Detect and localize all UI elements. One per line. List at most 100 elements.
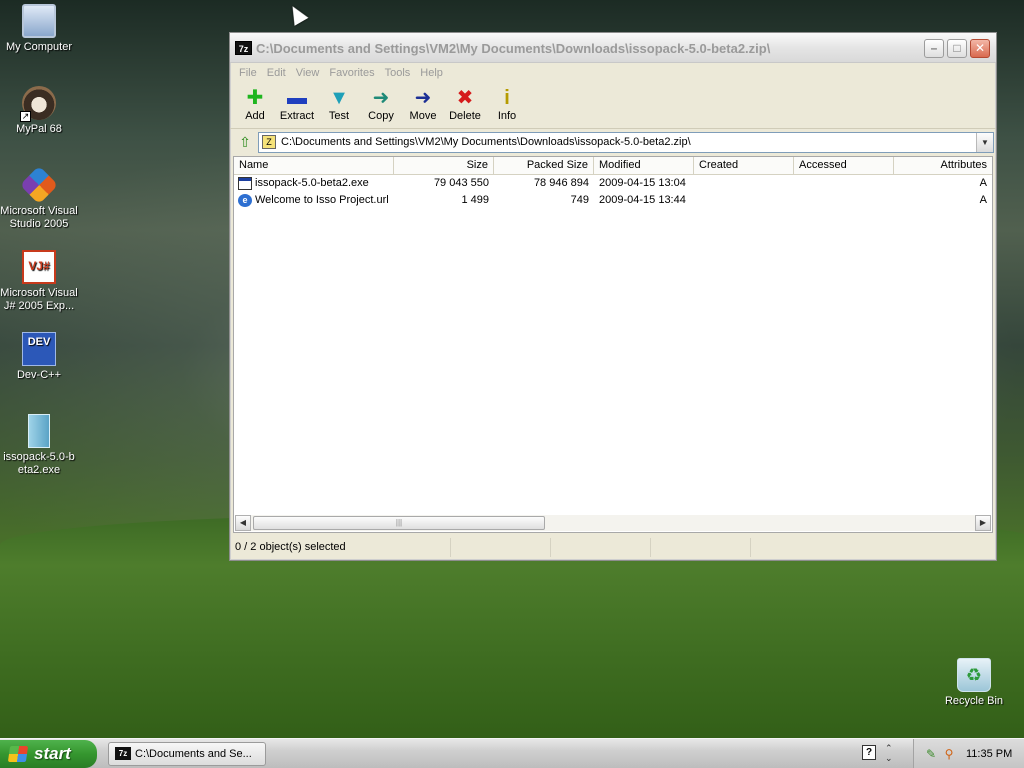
address-field[interactable]: Z C:\Documents and Settings\VM2\My Docum…	[258, 131, 994, 153]
mypal-icon: ↗	[20, 86, 56, 122]
file-modified: 2009-04-15 13:44	[599, 194, 686, 206]
move-button[interactable]: ➜ Move	[402, 83, 444, 128]
add-icon: ✚	[246, 87, 264, 109]
app-icon: 7z	[235, 41, 252, 55]
menu-tools[interactable]: Tools	[380, 67, 416, 79]
chevron-down-icon[interactable]: ▼	[976, 132, 993, 152]
add-button[interactable]: ✚ Add	[234, 83, 276, 128]
start-label: start	[34, 744, 71, 763]
info-label: Info	[497, 110, 517, 122]
desktop-icon-label: Recycle Bin	[944, 695, 1004, 707]
delete-button[interactable]: ✖ Delete	[444, 83, 486, 128]
delete-label: Delete	[449, 110, 481, 122]
column-packed-size[interactable]: Packed Size	[494, 157, 594, 174]
file-name: Welcome to Isso Project.url	[255, 194, 389, 206]
desktop-icon-visual-studio[interactable]: Microsoft Visual Studio 2005	[0, 165, 80, 231]
minimize-button[interactable]: –	[924, 39, 944, 58]
start-button[interactable]: start	[0, 740, 97, 768]
table-row[interactable]: issopack-5.0-beta2.exe 79 043 550 78 946…	[234, 175, 992, 192]
delete-icon: ✖	[456, 87, 474, 109]
scroll-thumb[interactable]: |||	[253, 516, 545, 530]
move-label: Move	[409, 110, 437, 122]
file-manager-window: 7z C:\Documents and Settings\VM2\My Docu…	[229, 32, 997, 561]
up-arrow-icon: ⇧	[239, 134, 251, 150]
copy-icon: ➜	[372, 87, 390, 109]
desktop-icon-visual-jsharp[interactable]: VJ# Microsoft Visual J# 2005 Exp...	[0, 250, 80, 313]
archive-icon: Z	[262, 135, 276, 149]
list-header: Name Size Packed Size Modified Created A…	[234, 157, 992, 175]
file-packed-size: 78 946 894	[533, 177, 589, 189]
file-created	[694, 192, 794, 209]
taskbar-window-label: C:\Documents and Se...	[135, 748, 252, 760]
column-name[interactable]: Name	[234, 157, 394, 174]
file-size: 1 499	[461, 194, 489, 206]
desktop-icon-issopack[interactable]: issopack-5.0-beta2.exe	[0, 414, 80, 477]
computer-icon	[22, 4, 56, 38]
copy-label: Copy	[368, 110, 394, 122]
double-chevron-icon[interactable]: ⌃ ⌄	[885, 743, 893, 763]
internet-shortcut-icon: e	[238, 194, 252, 207]
desktop-icon-recycle-bin[interactable]: ♻ Recycle Bin	[933, 658, 1015, 708]
search-icon[interactable]: ⚲	[942, 747, 956, 761]
copy-button[interactable]: ➜ Copy	[360, 83, 402, 128]
table-row[interactable]: e Welcome to Isso Project.url 1 499 749 …	[234, 192, 992, 209]
column-created[interactable]: Created	[694, 157, 794, 174]
recycle-bin-icon: ♻	[957, 658, 991, 692]
menu-view[interactable]: View	[291, 67, 325, 79]
address-bar: ⇧ Z C:\Documents and Settings\VM2\My Doc…	[230, 130, 996, 154]
move-icon: ➜	[414, 87, 432, 109]
desktop-icon-dev-cpp[interactable]: DEV Dev-C++	[0, 332, 80, 382]
column-modified[interactable]: Modified	[594, 157, 694, 174]
taskbar: start 7z C:\Documents and Se... ? ⌃ ⌄ ✎ ⚲…	[0, 738, 1024, 768]
shortcut-arrow-icon: ↗	[20, 111, 31, 122]
info-button[interactable]: i Info	[486, 83, 528, 128]
extract-icon: ▬	[287, 87, 307, 109]
desktop-icon-label: MyPal 68	[16, 123, 62, 135]
desktop-icon-label: Microsoft Visual J# 2005 Exp...	[0, 287, 78, 312]
visual-jsharp-icon: VJ#	[22, 250, 56, 284]
help-icon[interactable]: ?	[862, 745, 876, 760]
extract-button[interactable]: ▬ Extract	[276, 83, 318, 128]
file-attributes: A	[979, 177, 987, 189]
desktop-icon-mypal[interactable]: ↗ MyPal 68	[0, 86, 80, 136]
column-size[interactable]: Size	[394, 157, 494, 174]
menu-bar: File Edit View Favorites Tools Help	[230, 63, 996, 83]
taskbar-window-button[interactable]: 7z C:\Documents and Se...	[108, 742, 266, 766]
window-title: C:\Documents and Settings\VM2\My Documen…	[256, 41, 771, 56]
file-list: Name Size Packed Size Modified Created A…	[233, 156, 993, 533]
desktop-icon-my-computer[interactable]: My Computer	[0, 4, 80, 54]
network-icon[interactable]: ✎	[924, 747, 938, 761]
desktop-icon-label: Dev-C++	[16, 369, 62, 381]
column-attributes[interactable]: Attributes	[894, 157, 992, 174]
scroll-left-icon[interactable]: ◀	[235, 515, 251, 531]
add-label: Add	[245, 110, 265, 122]
toolbar: ✚ Add ▬ Extract ▼ Test ➜ Copy ➜ Move ✖ D…	[230, 83, 996, 129]
file-size: 79 043 550	[433, 177, 489, 189]
app-icon: 7z	[115, 747, 131, 760]
menu-favorites[interactable]: Favorites	[324, 67, 379, 79]
horizontal-scrollbar[interactable]: ◀ ||| ▶	[235, 515, 991, 531]
name-cell: issopack-5.0-beta2.exe	[234, 175, 394, 192]
file-packed-size: 749	[570, 194, 589, 206]
dev-cpp-icon: DEV	[22, 332, 56, 366]
maximize-button[interactable]: □	[947, 39, 967, 58]
status-cell	[651, 538, 751, 557]
column-accessed[interactable]: Accessed	[794, 157, 894, 174]
visual-studio-icon	[19, 165, 59, 205]
file-accessed	[794, 175, 894, 192]
menu-file[interactable]: File	[234, 67, 262, 79]
desktop-icon-label: Microsoft Visual Studio 2005	[0, 205, 78, 230]
desktop-icon-label: issopack-5.0-beta2.exe	[3, 451, 75, 476]
menu-edit[interactable]: Edit	[262, 67, 291, 79]
test-button[interactable]: ▼ Test	[318, 83, 360, 128]
title-bar[interactable]: 7z C:\Documents and Settings\VM2\My Docu…	[230, 33, 996, 63]
desktop-icon-label: My Computer	[5, 41, 73, 53]
test-icon: ▼	[329, 87, 349, 109]
file-name: issopack-5.0-beta2.exe	[255, 177, 369, 189]
clock[interactable]: 11:35 PM	[966, 739, 1012, 768]
menu-help[interactable]: Help	[415, 67, 448, 79]
file-attributes: A	[979, 194, 987, 206]
up-folder-button[interactable]: ⇧	[232, 131, 258, 153]
close-button[interactable]: ✕	[970, 39, 990, 58]
scroll-right-icon[interactable]: ▶	[975, 515, 991, 531]
